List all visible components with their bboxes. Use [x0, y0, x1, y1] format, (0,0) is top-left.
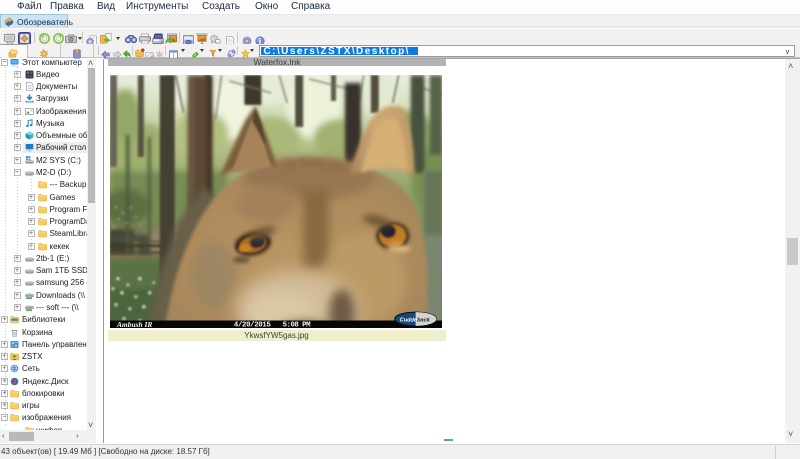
svg-text:back: back	[417, 317, 431, 323]
svg-text:5:08 PM: 5:08 PM	[282, 321, 310, 328]
svg-text:Ambush IR: Ambush IR	[115, 320, 151, 329]
svg-text:4/20/2015: 4/20/2015	[233, 321, 270, 328]
svg-text:Cudde: Cudde	[399, 317, 416, 323]
